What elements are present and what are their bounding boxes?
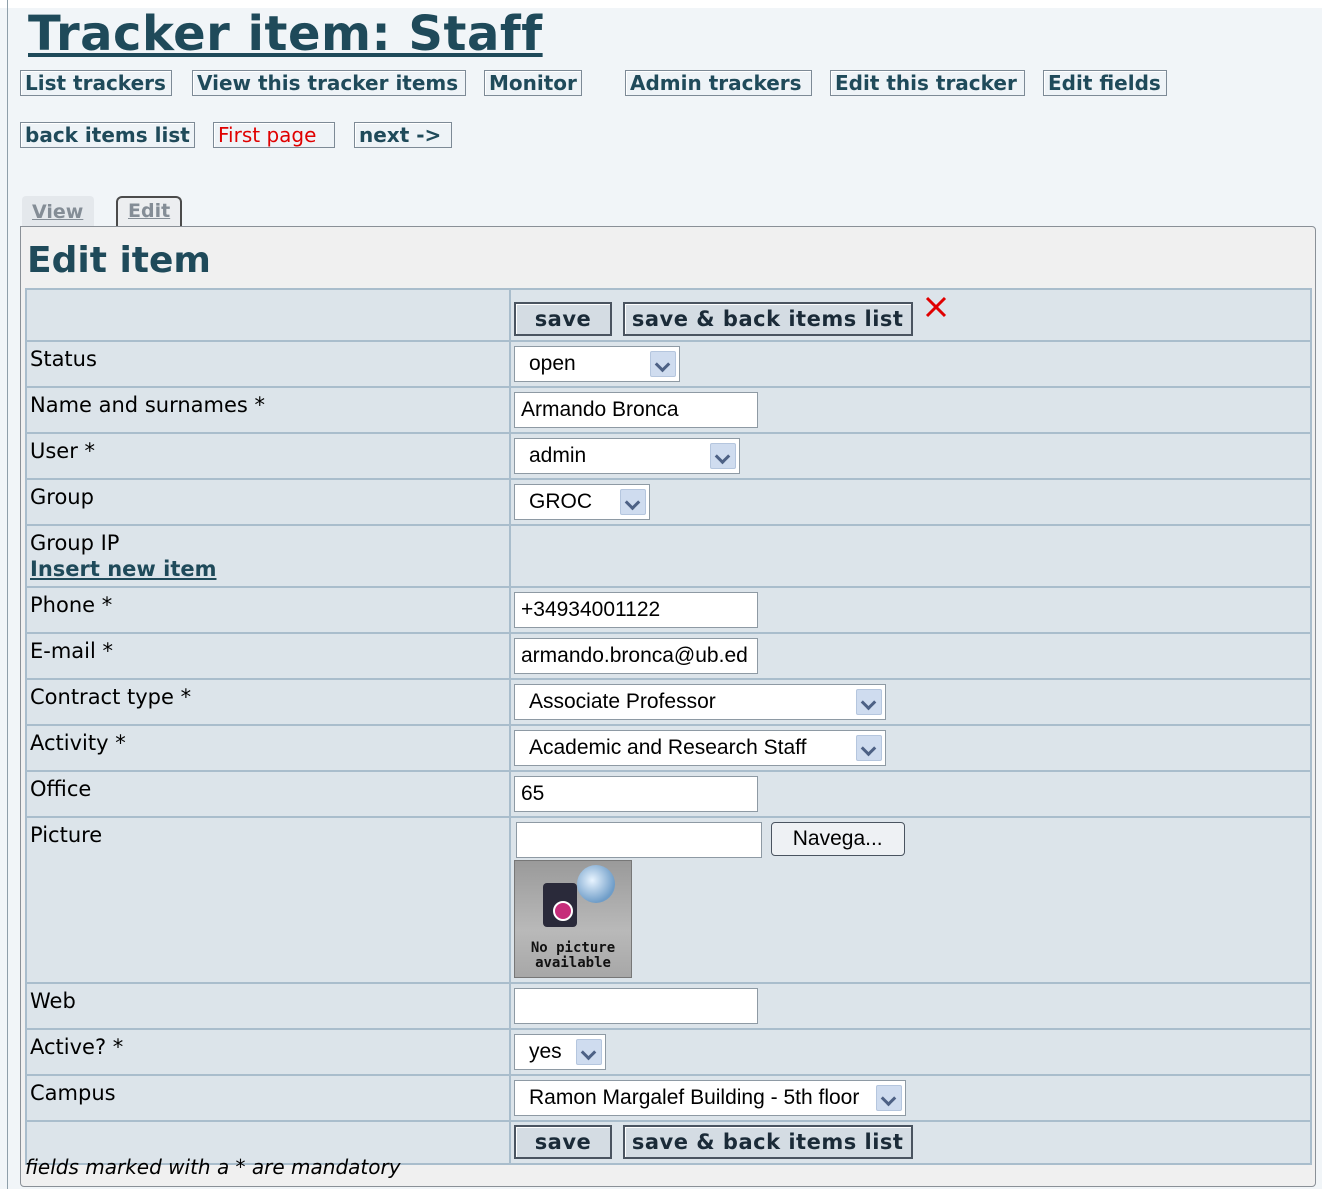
chevron-down-icon[interactable] bbox=[620, 489, 646, 515]
admin-trackers-button[interactable]: Admin trackers bbox=[625, 70, 812, 96]
list-trackers-button[interactable]: List trackers bbox=[20, 70, 172, 96]
next-button[interactable]: next -> bbox=[354, 122, 452, 148]
user-select[interactable]: admin bbox=[514, 438, 740, 474]
save-back-button-bottom[interactable]: save & back items list bbox=[622, 1125, 913, 1159]
flash-bulb-icon bbox=[577, 865, 615, 903]
office-input[interactable]: 65 bbox=[514, 776, 758, 812]
email-input[interactable]: armando.bronca@ub.ed bbox=[514, 638, 758, 674]
table-row: Web bbox=[25, 982, 1312, 1030]
first-page-button[interactable]: First page bbox=[213, 122, 335, 148]
edit-fields-button[interactable]: Edit fields bbox=[1043, 70, 1167, 96]
page-title[interactable]: Tracker item: Staff bbox=[28, 4, 543, 64]
table-row: Group IP Insert new item bbox=[25, 524, 1312, 588]
group-ip-label: Group IP bbox=[30, 531, 120, 555]
chevron-down-icon[interactable] bbox=[650, 351, 676, 377]
group-label: Group bbox=[25, 478, 511, 526]
user-label: User * bbox=[25, 432, 511, 480]
active-select[interactable]: yes bbox=[514, 1034, 606, 1070]
email-label: E-mail * bbox=[25, 632, 511, 680]
table-row: Campus Ramon Margalef Building - 5th flo… bbox=[25, 1074, 1312, 1122]
table-row: Name and surnames * Armando Bronca bbox=[25, 386, 1312, 434]
delete-icon[interactable] bbox=[923, 294, 949, 320]
name-label: Name and surnames * bbox=[25, 386, 511, 434]
save-back-button[interactable]: save & back items list bbox=[622, 302, 913, 336]
active-label: Active? * bbox=[25, 1028, 511, 1076]
table-row: save save & back items list bbox=[25, 288, 1312, 342]
insert-new-item-link[interactable]: Insert new item bbox=[30, 555, 506, 583]
tab-view[interactable]: View bbox=[22, 196, 94, 226]
table-row: Office 65 bbox=[25, 770, 1312, 818]
campus-label: Campus bbox=[25, 1074, 511, 1122]
table-row: Contract type * Associate Professor bbox=[25, 678, 1312, 726]
picture-file-input[interactable] bbox=[516, 822, 762, 858]
browse-button[interactable]: Navega... bbox=[770, 822, 905, 856]
web-input[interactable] bbox=[514, 988, 758, 1024]
table-row: E-mail * armando.bronca@ub.ed bbox=[25, 632, 1312, 680]
activity-label: Activity * bbox=[25, 724, 511, 772]
group-select[interactable]: GROC bbox=[514, 484, 650, 520]
phone-input[interactable]: +34934001122 bbox=[514, 592, 758, 628]
status-select[interactable]: open bbox=[514, 346, 680, 382]
chevron-down-icon[interactable] bbox=[710, 443, 736, 469]
chevron-down-icon[interactable] bbox=[856, 689, 882, 715]
table-row: Group GROC bbox=[25, 478, 1312, 526]
contract-select[interactable]: Associate Professor bbox=[514, 684, 886, 720]
tab-edit[interactable]: Edit bbox=[116, 196, 182, 226]
campus-select[interactable]: Ramon Margalef Building - 5th floor bbox=[514, 1080, 906, 1116]
edit-panel: Edit item save save & back items list St… bbox=[20, 226, 1316, 1187]
contract-label: Contract type * bbox=[25, 678, 511, 726]
edit-form-table: save save & back items list Status open … bbox=[25, 288, 1312, 1165]
no-picture-image: No picture available bbox=[514, 860, 632, 978]
office-label: Office bbox=[25, 770, 511, 818]
web-label: Web bbox=[25, 982, 511, 1030]
edit-item-heading: Edit item bbox=[27, 240, 211, 281]
phone-label: Phone * bbox=[25, 586, 511, 634]
save-button-bottom[interactable]: save bbox=[514, 1125, 612, 1159]
monitor-button[interactable]: Monitor bbox=[484, 70, 582, 96]
table-row: User * admin bbox=[25, 432, 1312, 480]
picture-label: Picture bbox=[25, 816, 511, 984]
table-row: Status open bbox=[25, 340, 1312, 388]
left-border bbox=[7, 0, 8, 1189]
table-row: Phone * +34934001122 bbox=[25, 586, 1312, 634]
edit-this-tracker-button[interactable]: Edit this tracker bbox=[830, 70, 1025, 96]
table-row: Picture Navega... No picture available bbox=[25, 816, 1312, 984]
back-items-list-button[interactable]: back items list bbox=[20, 122, 195, 148]
chevron-down-icon[interactable] bbox=[576, 1039, 602, 1065]
mandatory-fields-note: fields marked with a * are mandatory bbox=[25, 1155, 401, 1179]
chevron-down-icon[interactable] bbox=[876, 1085, 902, 1111]
status-label: Status bbox=[25, 340, 511, 388]
table-row: Active? * yes bbox=[25, 1028, 1312, 1076]
view-tracker-items-button[interactable]: View this tracker items bbox=[192, 70, 466, 96]
chevron-down-icon[interactable] bbox=[856, 735, 882, 761]
activity-select[interactable]: Academic and Research Staff bbox=[514, 730, 886, 766]
name-input[interactable]: Armando Bronca bbox=[514, 392, 758, 428]
save-button[interactable]: save bbox=[514, 302, 612, 336]
table-row: Activity * Academic and Research Staff bbox=[25, 724, 1312, 772]
